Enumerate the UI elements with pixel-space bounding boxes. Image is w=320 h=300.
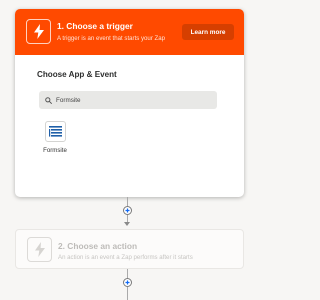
- action-card[interactable]: 2. Choose an action An action is an even…: [15, 229, 244, 269]
- trigger-title: 1. Choose a trigger: [57, 21, 133, 31]
- arrow-down-icon: [124, 222, 130, 226]
- learn-more-button[interactable]: Learn more: [182, 24, 234, 40]
- app-label: Formsite: [43, 147, 67, 154]
- bolt-icon: [27, 237, 52, 262]
- add-step-button[interactable]: [123, 278, 132, 287]
- plus-icon: [125, 208, 130, 213]
- app-option-formsite[interactable]: Formsite: [37, 121, 73, 154]
- connector-line: [127, 287, 128, 300]
- app-search-input[interactable]: [56, 96, 206, 104]
- app-search-box[interactable]: [39, 91, 217, 109]
- action-subtitle: An action is an event a Zap performs aft…: [58, 254, 193, 261]
- bolt-icon: [26, 19, 51, 44]
- search-icon: [45, 96, 52, 104]
- choose-app-title: Choose App & Event: [37, 70, 117, 79]
- plus-icon: [125, 280, 130, 285]
- trigger-card: 1. Choose a trigger A trigger is an even…: [15, 9, 244, 197]
- trigger-header[interactable]: 1. Choose a trigger A trigger is an even…: [15, 9, 244, 55]
- add-step-button[interactable]: [123, 206, 132, 215]
- action-title: 2. Choose an action: [58, 241, 138, 251]
- formsite-logo-icon: [44, 121, 66, 142]
- trigger-subtitle: A trigger is an event that starts your Z…: [57, 35, 166, 42]
